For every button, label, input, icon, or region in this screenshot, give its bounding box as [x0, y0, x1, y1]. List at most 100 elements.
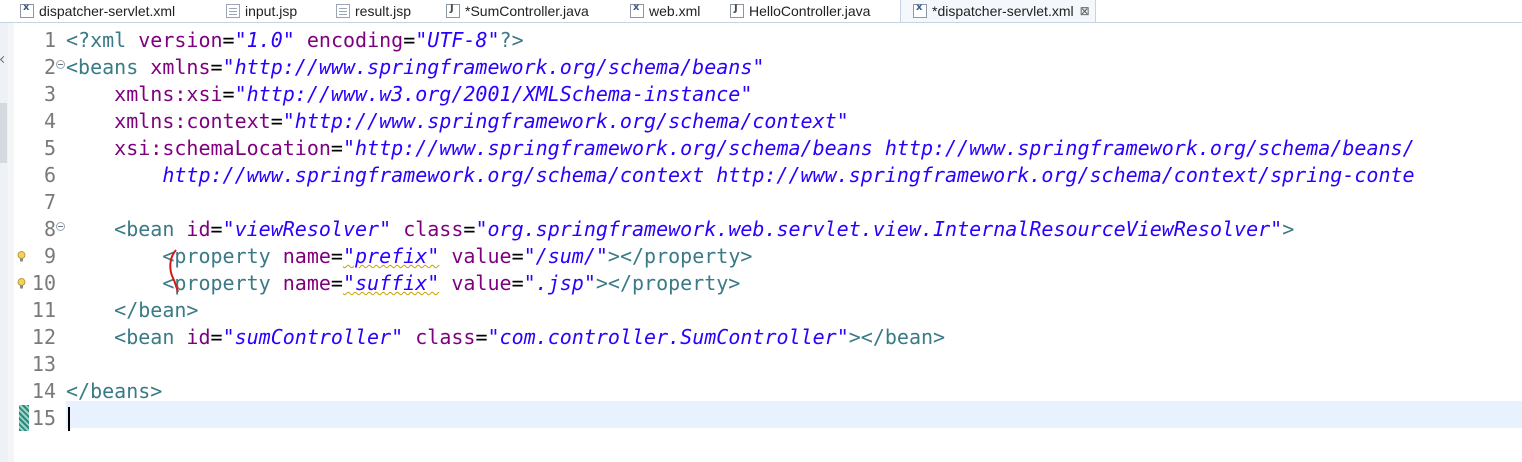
collapse-arrow-icon[interactable] — [0, 55, 8, 64]
line-number: 3 — [43, 82, 56, 106]
code-text: = — [222, 82, 235, 106]
xml-tag: </beans> — [66, 379, 163, 403]
xml-value: "com.controller.SumController" — [487, 325, 849, 349]
code-line[interactable]: <?xml version="1.0" encoding="UTF-8"?> — [66, 27, 524, 54]
xml-value: "http://www.w3.org/2001/XMLSchema-instan… — [234, 82, 753, 106]
code-line[interactable]: </bean> — [66, 297, 198, 324]
code-line[interactable]: xmlns:xsi="http://www.w3.org/2001/XMLSch… — [66, 81, 752, 108]
code-line[interactable]: xsi:schemaLocation="http://www.springfra… — [66, 135, 1415, 162]
line-number: 13 — [31, 352, 56, 376]
xml-tag: <beans — [66, 55, 151, 79]
xml-tag: ?> — [499, 28, 524, 52]
xml-value: "viewResolver" — [222, 217, 392, 241]
change-marker — [19, 405, 29, 431]
code-line[interactable]: http://www.springframework.org/schema/co… — [66, 162, 1415, 189]
xml-attribute: name — [282, 271, 331, 295]
xml-value: "UTF-8" — [415, 28, 500, 52]
code-text: = — [222, 28, 235, 52]
xml-tag: ></bean> — [848, 325, 946, 349]
tab-label: *dispatcher-servlet.xml — [932, 3, 1074, 19]
line-number: 12 — [31, 325, 56, 349]
xml-value: "prefix" — [342, 244, 440, 268]
code-line[interactable]: </beans> — [66, 378, 162, 405]
warning-lightbulb-icon[interactable] — [17, 278, 26, 289]
code-line[interactable]: <bean id="viewResolver" class="org.sprin… — [66, 216, 1294, 243]
tab-label: *SumController.java — [465, 3, 589, 19]
xml-value: ".jsp" — [523, 271, 596, 295]
xml-tag: <?xml — [66, 28, 139, 52]
tab-label: HelloController.java — [749, 3, 871, 19]
code-text: = — [475, 325, 488, 349]
code-text: = — [511, 244, 524, 268]
tab-2[interactable]: input.jsp — [214, 0, 324, 22]
tab-7[interactable]: *dispatcher-servlet.xml ⊠ — [900, 0, 1096, 22]
xml-value: "1.0" — [234, 28, 295, 52]
code-text: = — [330, 136, 343, 160]
code-line[interactable]: xmlns:context="http://www.springframewor… — [66, 108, 849, 135]
xml-tag: ></property> — [595, 271, 741, 295]
tab-label: dispatcher-servlet.xml — [39, 3, 176, 19]
close-tab-icon[interactable]: ⊠ — [1080, 4, 1090, 18]
xml-attribute: xsi:schemaLocation — [114, 136, 331, 160]
line-number: 8 — [43, 217, 56, 241]
tab-label: web.xml — [649, 3, 701, 19]
line-number-gutter: 1 2 3 4 5 6 7 8 9 10 11 12 13 14 15 — [14, 23, 66, 462]
java-file-icon — [446, 3, 460, 18]
tab-6[interactable]: HelloController.java — [718, 0, 900, 22]
fold-toggle-icon[interactable] — [56, 222, 65, 231]
xml-file-icon — [913, 2, 927, 18]
xml-attribute: value — [451, 271, 512, 295]
code-text: = — [210, 55, 223, 79]
line-number: 7 — [43, 190, 56, 214]
tab-label: input.jsp — [245, 3, 298, 19]
code-text: = — [210, 325, 223, 349]
xml-value: "/sum/" — [523, 244, 608, 268]
line-number: 10 — [31, 271, 56, 295]
line-number: 15 — [31, 406, 56, 430]
line-number: 4 — [43, 109, 56, 133]
line-number: 5 — [43, 136, 56, 160]
xml-attribute: id — [186, 325, 211, 349]
xml-attribute: value — [451, 244, 512, 268]
line-number: 11 — [31, 298, 56, 322]
tab-5[interactable]: web.xml — [618, 0, 718, 22]
xml-attribute: xmlns:xsi — [114, 82, 223, 106]
tab-3[interactable]: result.jsp — [324, 0, 434, 22]
warning-lightbulb-icon[interactable] — [17, 251, 26, 262]
tab-1[interactable]: dispatcher-servlet.xml — [0, 0, 214, 22]
code-editor[interactable]: <?xml version="1.0" encoding="UTF-8"?> <b… — [66, 23, 1522, 462]
text-caret — [68, 407, 70, 431]
xml-value: "http://www.springframework.org/schema/b… — [222, 55, 765, 79]
xml-value: "http://www.springframework.org/schema/c… — [282, 109, 849, 133]
code-text: = — [330, 244, 343, 268]
fold-toggle-icon[interactable] — [56, 60, 65, 69]
code-line[interactable]: <beans xmlns="http://www.springframework… — [66, 54, 764, 81]
xml-attribute: version — [138, 28, 223, 52]
xml-attribute: class — [415, 325, 476, 349]
xml-attribute: id — [186, 217, 211, 241]
code-text: = — [210, 217, 223, 241]
xml-value: "sumController" — [222, 325, 404, 349]
scroll-marker — [0, 103, 7, 163]
java-file-icon — [730, 3, 744, 18]
jsp-file-icon — [226, 4, 240, 18]
xml-value: http://www.springframework.org/schema/co… — [162, 163, 1415, 187]
code-line[interactable]: <bean id="sumController" class="com.cont… — [66, 324, 945, 351]
xml-value: "http://www.springframework.org/schema/b… — [342, 136, 1415, 160]
line-number: 1 — [43, 28, 56, 52]
code-text: = — [330, 271, 343, 295]
tab-4[interactable]: *SumController.java — [434, 0, 618, 22]
code-text: = — [403, 28, 416, 52]
code-text: = — [270, 109, 283, 133]
xml-tag: ></property> — [607, 244, 753, 268]
